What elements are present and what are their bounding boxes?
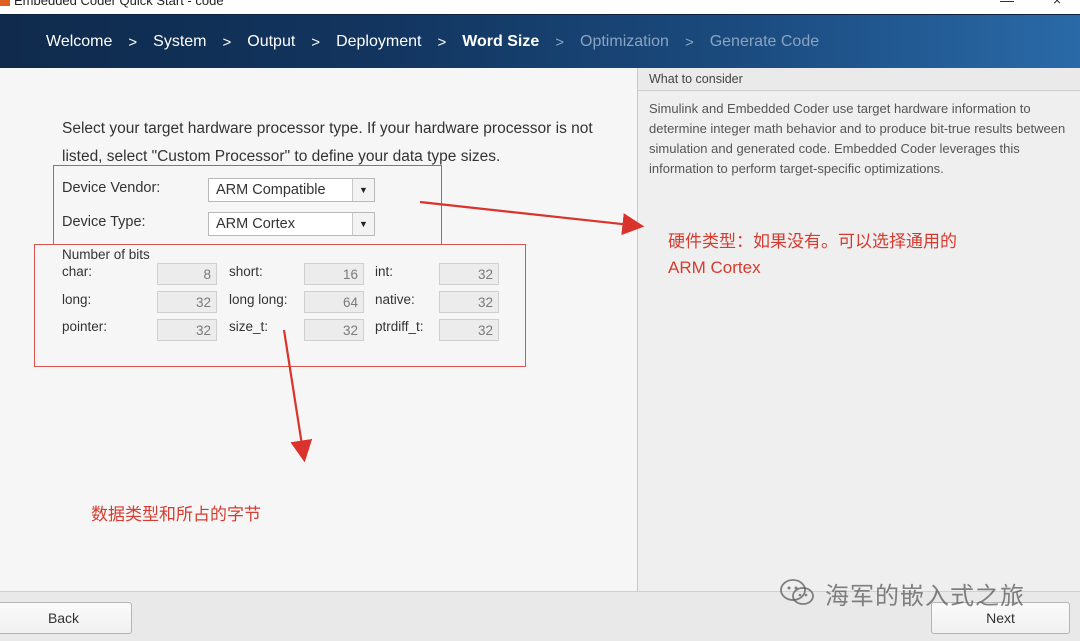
step-word-size[interactable]: Word Size <box>462 33 539 51</box>
step-separator-icon: > <box>437 33 447 51</box>
step-deployment[interactable]: Deployment <box>336 33 421 51</box>
step-generate-code: Generate Code <box>709 33 820 50</box>
bits-annotation-box <box>34 244 526 367</box>
step-separator-icon: > <box>222 33 232 51</box>
window-title: Embedded Coder Quick Start - code <box>14 0 224 8</box>
step-welcome[interactable]: Welcome <box>46 33 112 51</box>
window-titlebar: Embedded Coder Quick Start - code — × <box>0 0 1080 14</box>
step-output[interactable]: Output <box>247 33 295 51</box>
datatype-note: 数据类型和所占的字节 <box>91 505 261 524</box>
watermark-text: 海军的嵌入式之旅 <box>825 581 1025 610</box>
help-header: What to consider <box>638 68 1080 91</box>
step-separator-icon: > <box>555 33 565 51</box>
hardware-note-line1: 硬件类型：如果没有。可以选择通用的 <box>668 232 957 251</box>
app-icon <box>0 0 10 6</box>
wechat-icon <box>779 578 815 608</box>
help-body: Simulink and Embedded Coder use target h… <box>649 101 1066 176</box>
step-system[interactable]: System <box>153 33 206 51</box>
watermark: 海军的嵌入式之旅 <box>779 573 1025 613</box>
minimize-icon[interactable]: — <box>1000 0 1014 8</box>
hardware-note-line2: ARM Cortex <box>668 258 761 277</box>
device-annotation-box <box>53 165 442 245</box>
step-navigation-bar: Welcome > System > Output > Deployment >… <box>0 14 1080 68</box>
intro-text: Select your target hardware processor ty… <box>62 120 593 165</box>
step-optimization: Optimization <box>580 33 669 50</box>
step-list: Welcome > System > Output > Deployment >… <box>46 15 819 69</box>
step-separator-icon: > <box>684 33 694 51</box>
step-separator-icon: > <box>128 33 138 51</box>
what-to-consider-panel: What to consider Simulink and Embedded C… <box>638 68 1080 591</box>
step-separator-icon: > <box>311 33 321 51</box>
close-icon[interactable]: × <box>1053 0 1061 8</box>
back-button[interactable]: Back <box>0 602 132 634</box>
